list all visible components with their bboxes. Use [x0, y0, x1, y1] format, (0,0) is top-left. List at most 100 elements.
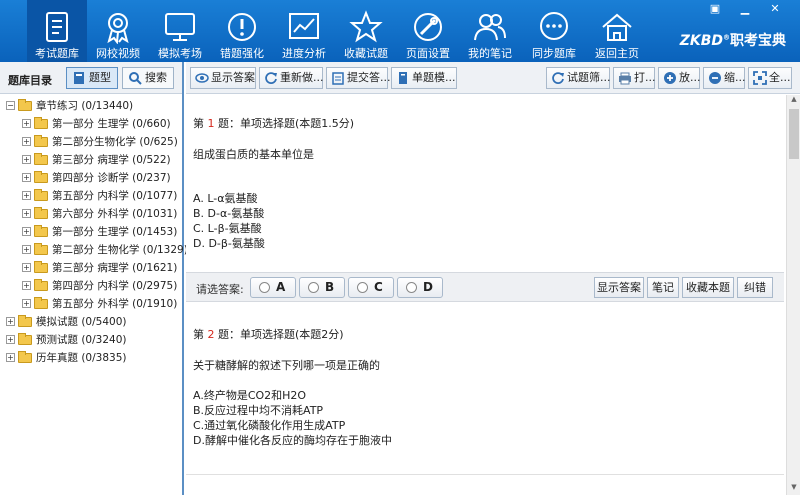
question-toolbar: 显示答案 重新做... 提交答... 单题模... 试题筛... 打... 放.… [186, 62, 800, 94]
folder-icon [34, 189, 48, 201]
nav-label: 同步题库 [532, 47, 576, 60]
nav-label: 考试题库 [35, 47, 79, 60]
radio-icon [357, 282, 368, 293]
left-panel: 题库目录 题型 搜索 − 章节练习 (0/13440) + 第一部分 生理学 (0… [0, 62, 188, 495]
submit-button[interactable]: 提交答... [326, 67, 391, 89]
choice-d-button[interactable]: D [397, 277, 443, 298]
print-button[interactable]: 打... [613, 67, 656, 89]
nav-wrong-questions[interactable]: 错题强化 [212, 0, 272, 62]
nav-mock-exam[interactable]: 模拟考场 [150, 0, 210, 62]
choice-a-button[interactable]: A [250, 277, 296, 298]
expand-icon[interactable]: + [22, 209, 31, 218]
choice-b-button[interactable]: B [299, 277, 345, 298]
nav-video[interactable]: 网校视频 [88, 0, 148, 62]
question-type-button[interactable]: 题型 [66, 67, 118, 89]
top-navigation-bar: ▣ ▁ ✕ 考试题库 网校视频 模拟考场 错题强化 进度分析 收藏试题 页面设置… [0, 0, 800, 62]
question-1-option-c: C. L-β-氨基酸 [193, 222, 262, 235]
single-mode-button[interactable]: 单题模... [391, 67, 457, 89]
expand-icon[interactable]: + [22, 299, 31, 308]
answer-bar: 请选答案: A B C D 显示答案 笔记 收藏本题 纠错 [186, 272, 784, 302]
tools-icon [414, 13, 442, 41]
close-icon[interactable]: ✕ [766, 2, 784, 16]
single-page-icon [399, 72, 407, 84]
nav-favorites[interactable]: 收藏试题 [336, 0, 396, 62]
folder-icon [34, 153, 48, 165]
eye-icon [195, 73, 209, 83]
zoom-in-button[interactable]: 放... [658, 67, 701, 89]
left-panel-header: 题库目录 题型 搜索 [0, 62, 182, 94]
folder-icon [18, 315, 32, 327]
expand-icon[interactable]: + [22, 137, 31, 146]
zoom-out-button[interactable]: 缩... [703, 67, 746, 89]
document-icon [46, 12, 68, 42]
vertical-scrollbar[interactable]: ▲ ▼ [786, 95, 800, 495]
radio-icon [259, 282, 270, 293]
folder-icon [34, 279, 48, 291]
expand-icon[interactable]: + [22, 245, 31, 254]
expand-icon[interactable]: + [6, 317, 15, 326]
question-1-text: 组成蛋白质的基本单位是 [193, 148, 314, 161]
report-error-button[interactable]: 纠错 [737, 277, 773, 298]
filter-button[interactable]: 试题筛... [546, 67, 611, 89]
alert-icon [228, 13, 256, 41]
nav-exam-bank[interactable]: 考试题库 [27, 0, 87, 62]
folder-icon [34, 135, 48, 147]
nav-page-settings[interactable]: 页面设置 [398, 0, 458, 62]
expand-icon[interactable]: + [6, 353, 15, 362]
radio-icon [308, 282, 319, 293]
nav-home[interactable]: 返回主页 [587, 0, 647, 62]
scrollbar-thumb[interactable] [789, 109, 799, 159]
printer-icon [619, 72, 631, 85]
fullscreen-button[interactable]: 全... [748, 67, 792, 89]
minimize-icon[interactable]: ▁ [736, 2, 754, 16]
nav-label: 收藏试题 [344, 47, 388, 60]
star-icon [349, 10, 383, 43]
folder-icon [34, 117, 48, 129]
folder-icon [34, 207, 48, 219]
favorite-button[interactable]: 收藏本题 [682, 277, 734, 298]
expand-icon[interactable]: + [22, 119, 31, 128]
nav-sync[interactable]: 同步题库 [524, 0, 584, 62]
question-2-option-b: B.反应过程中均不消耗ATP [193, 404, 324, 417]
chart-icon [289, 13, 319, 39]
nav-progress[interactable]: 进度分析 [274, 0, 334, 62]
note-button[interactable]: 笔记 [647, 277, 679, 298]
radio-icon [406, 282, 417, 293]
filter-icon [552, 72, 564, 84]
expand-icon[interactable]: + [22, 281, 31, 290]
expand-icon[interactable]: + [22, 173, 31, 182]
expand-icon[interactable]: + [22, 191, 31, 200]
nav-my-notes[interactable]: 我的笔记 [460, 0, 520, 62]
search-button[interactable]: 搜索 [122, 67, 174, 89]
question-2-title: 第 2 题：单项选择题(本题2分) [193, 328, 344, 341]
redo-button[interactable]: 重新做... [259, 67, 324, 89]
minus-circle-icon [709, 72, 721, 84]
expand-icon[interactable]: + [6, 335, 15, 344]
folder-icon [34, 243, 48, 255]
expand-icon[interactable]: + [22, 263, 31, 272]
brand-logo: ZKBD®职考宝典 [679, 33, 786, 49]
menu-icon[interactable]: ▣ [706, 2, 724, 16]
nav-label: 模拟考场 [158, 47, 202, 60]
monitor-icon [165, 13, 195, 41]
folder-icon [34, 225, 48, 237]
collapse-icon[interactable]: − [6, 101, 15, 110]
expand-icon[interactable]: + [22, 155, 31, 164]
nav-label: 网校视频 [96, 47, 140, 60]
show-answer-inline-button[interactable]: 显示答案 [594, 277, 644, 298]
scroll-up-icon[interactable]: ▲ [787, 95, 800, 107]
question-1-option-b: B. D-α-氨基酸 [193, 207, 265, 220]
nav-label: 错题强化 [220, 47, 264, 60]
folder-icon [18, 351, 32, 363]
folder-icon [18, 333, 32, 345]
expand-icon[interactable]: + [22, 227, 31, 236]
show-answer-button[interactable]: 显示答案 [190, 67, 256, 89]
folder-icon [18, 99, 32, 111]
question-1-option-d: D. D-β-氨基酸 [193, 237, 265, 250]
choice-c-button[interactable]: C [348, 277, 394, 298]
scroll-down-icon[interactable]: ▼ [787, 483, 800, 495]
folder-icon [34, 171, 48, 183]
question-panel: 显示答案 重新做... 提交答... 单题模... 试题筛... 打... 放.… [186, 62, 800, 495]
home-icon [602, 13, 632, 41]
clipboard-icon [332, 72, 344, 85]
